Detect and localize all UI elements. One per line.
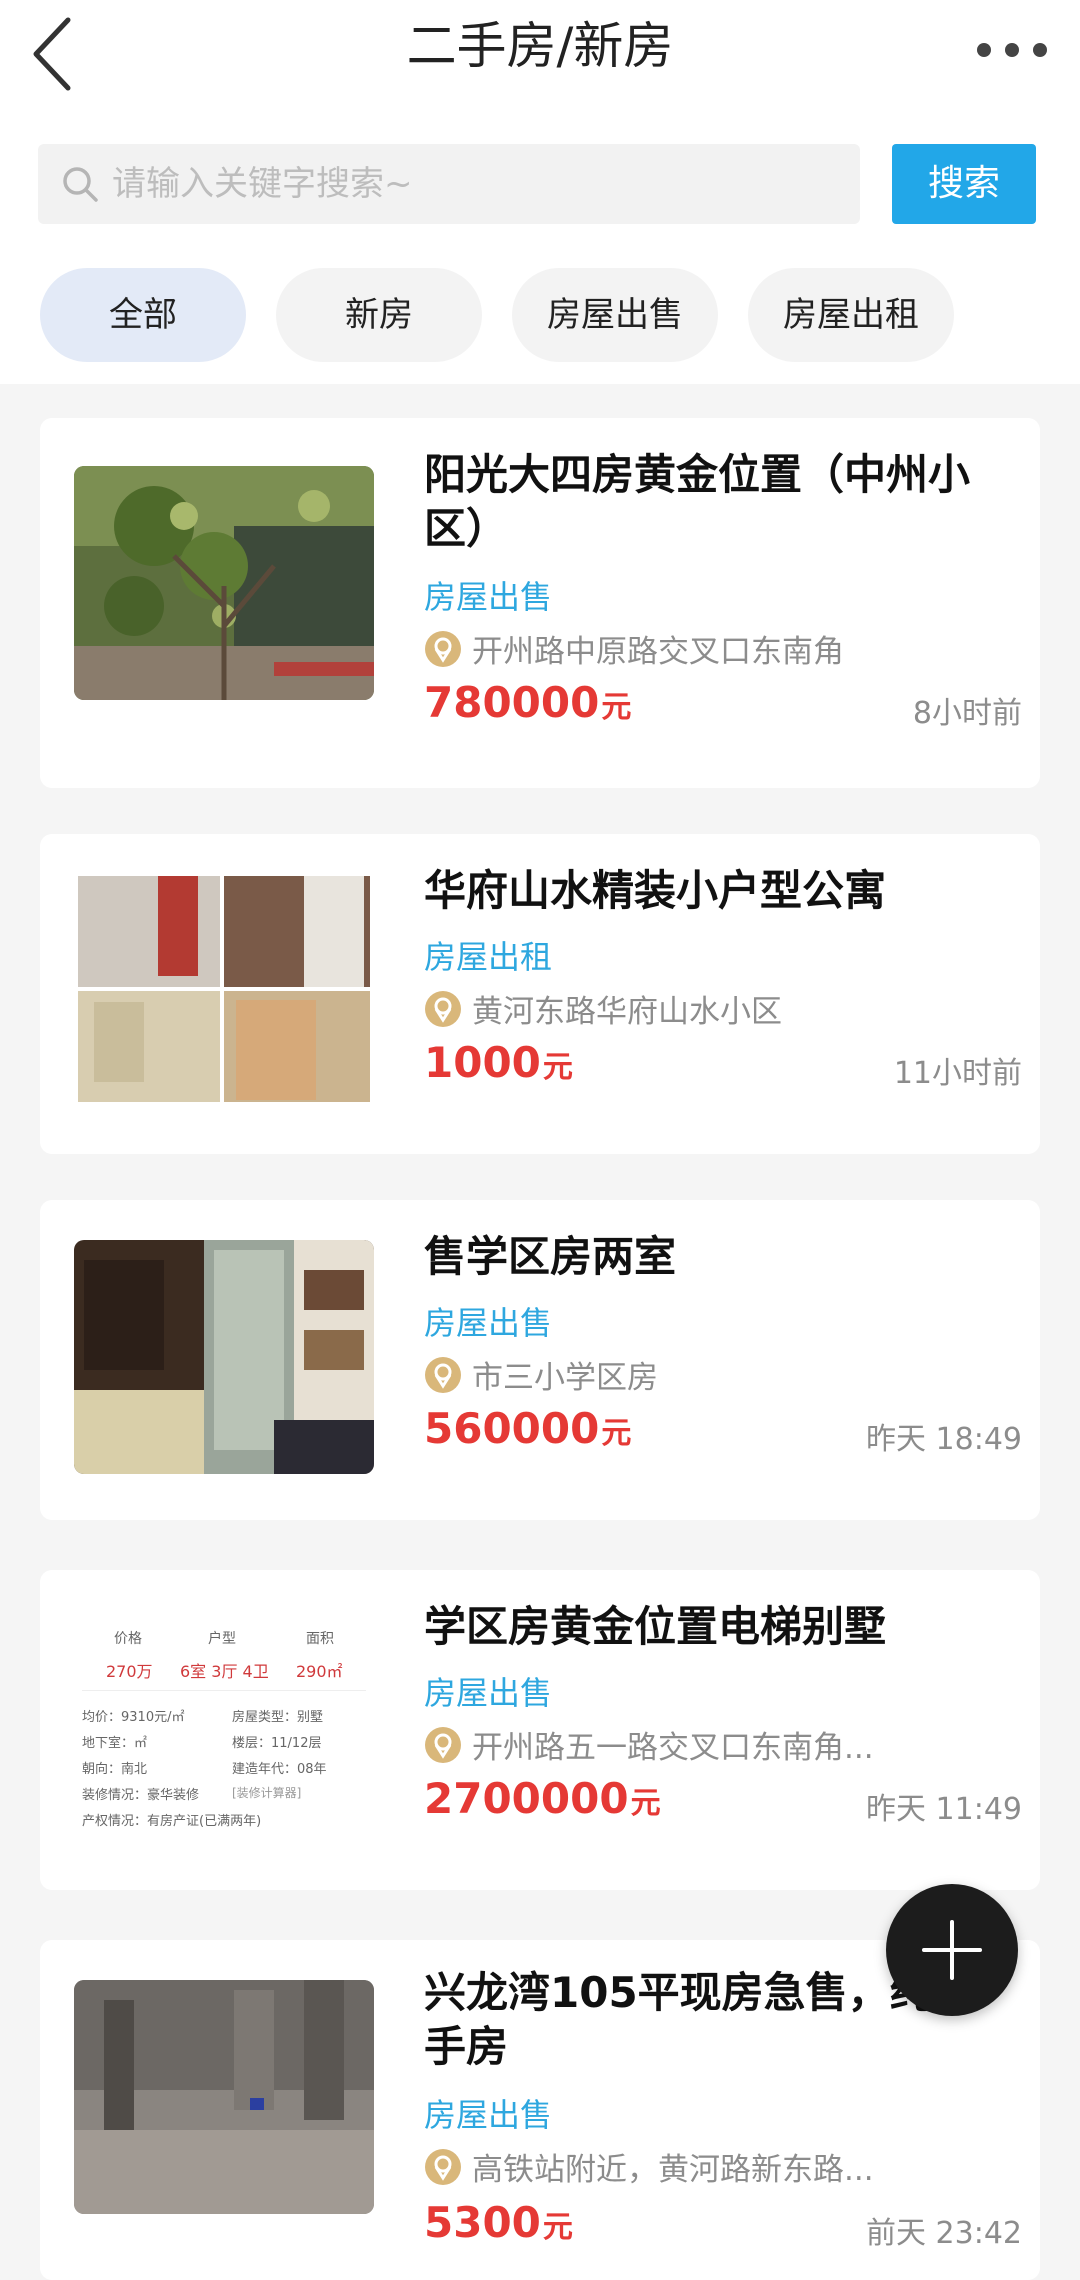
location-pin-icon: [425, 990, 461, 1027]
search-bar: 请输入关键字搜索~ 搜索: [0, 114, 1080, 254]
listing-title: 华府山水精装小户型公寓: [424, 866, 887, 915]
listing-address-text: 高铁站附近，黄河路新东路...: [472, 2152, 874, 2188]
price-value: 2700000: [424, 1774, 629, 1823]
tab-all[interactable]: 全部: [40, 268, 246, 362]
info-value: 290㎡: [296, 1662, 343, 1681]
listing-card[interactable]: 兴龙湾105平现房急售，纯一手房 房屋出售 高铁站附近，黄河路新东路... 53…: [40, 1940, 1040, 2280]
app-header: 二手房/新房: [0, 0, 1080, 115]
info-row: [装修计算器]: [232, 1786, 302, 1800]
listing-title: 阳光大四房黄金位置（中州小区）: [424, 450, 971, 553]
listing-card[interactable]: 售学区房两室 房屋出售 市三小学区房 560000元 昨天 18:49: [40, 1200, 1040, 1520]
tab-house-rent[interactable]: 房屋出租: [748, 268, 954, 362]
price-value: 1000: [424, 1038, 541, 1087]
info-row: 房屋类型：别墅: [232, 1710, 324, 1725]
info-row: 均价：9310元/㎡: [82, 1710, 185, 1725]
info-row: 装修情况：豪华装修: [82, 1788, 200, 1803]
listing-price: 2700000元: [424, 1774, 661, 1823]
listing-time: 11小时前: [893, 1056, 1022, 1091]
info-row: 建造年代：08年: [232, 1762, 327, 1777]
location-pin-icon: [425, 1356, 461, 1393]
listing-address: 高铁站附近，黄河路新东路...: [424, 2144, 1024, 2189]
listing-price: 780000元: [424, 678, 631, 727]
listing-address: 开州路五一路交叉口东南角...: [424, 1722, 1024, 1767]
listing-price: 560000元: [424, 1404, 631, 1453]
listing-type: 房屋出售: [424, 1304, 553, 1342]
listing-photo: [74, 1980, 374, 2214]
info-row: 楼层：11/12层: [232, 1736, 322, 1751]
price-value: 5300: [424, 2198, 541, 2247]
listing-price: 1000元: [424, 1038, 573, 1087]
more-button[interactable]: [968, 20, 1058, 80]
price-value: 560000: [424, 1404, 600, 1453]
listing-address-text: 黄河东路华府山水小区: [472, 994, 782, 1030]
page-title: 二手房/新房: [406, 17, 674, 75]
more-dots-icon: [977, 43, 1047, 57]
listing-type: 房屋出售: [424, 578, 553, 616]
listing-title: 学区房黄金位置电梯别墅: [424, 1602, 887, 1651]
price-unit: 元: [542, 2210, 573, 2245]
search-icon: [63, 167, 98, 202]
listing-type: 房屋出售: [424, 2096, 553, 2134]
listing-card[interactable]: 阳光大四房黄金位置（中州小区） 房屋出售 开州路中原路交叉口东南角 780000…: [40, 418, 1040, 788]
add-listing-button[interactable]: [886, 1884, 1018, 2016]
info-row: 朝向：南北: [82, 1762, 148, 1777]
info-row: 地下室：㎡: [82, 1736, 148, 1751]
listing-type: 房屋出售: [424, 1674, 553, 1712]
listing-type: 房屋出租: [424, 938, 553, 976]
listing-time: 8小时前: [912, 696, 1022, 731]
listing-photo: [74, 872, 374, 1106]
price-value: 780000: [424, 678, 600, 727]
listing-card[interactable]: 价格 户型 面积 270万 6室 3厅 4卫 290㎡ 均价：9310元/㎡ 房…: [40, 1570, 1040, 1890]
location-pin-icon: [425, 630, 461, 667]
info-row: 产权情况：有房产证(已满两年): [82, 1814, 262, 1829]
location-pin-icon: [425, 1726, 461, 1763]
info-header: 户型: [208, 1631, 236, 1647]
page: 二手房/新房 请输入关键字搜索~ 搜索 全部 新房 房屋出售 房屋出租 阳光大四…: [0, 0, 1080, 2280]
listing-time: 前天 23:42: [866, 2216, 1022, 2251]
price-unit: 元: [601, 690, 632, 725]
listing-photo: [74, 466, 374, 700]
listing-address-text: 开州路五一路交叉口东南角...: [472, 1730, 874, 1766]
info-header: 面积: [306, 1631, 334, 1647]
listing-info-image: 价格 户型 面积 270万 6室 3厅 4卫 290㎡ 均价：9310元/㎡ 房…: [74, 1610, 374, 1844]
tab-house-sale[interactable]: 房屋出售: [512, 268, 718, 362]
listing-address-text: 市三小学区房: [472, 1360, 658, 1396]
tab-new-house[interactable]: 新房: [276, 268, 482, 362]
price-unit: 元: [601, 1416, 632, 1451]
location-pin-icon: [425, 2148, 461, 2185]
price-unit: 元: [542, 1050, 573, 1085]
info-value: 270万: [106, 1662, 153, 1681]
search-input[interactable]: 请输入关键字搜索~: [38, 144, 860, 224]
listing-address: 市三小学区房: [424, 1352, 1024, 1397]
search-placeholder: 请输入关键字搜索~: [112, 164, 413, 204]
listing-title: 售学区房两室: [424, 1232, 677, 1281]
listing-card[interactable]: 华府山水精装小户型公寓 房屋出租 黄河东路华府山水小区 1000元 11小时前: [40, 834, 1040, 1154]
listing-price: 5300元: [424, 2198, 573, 2247]
info-value: 6室 3厅 4卫: [180, 1662, 269, 1681]
listing-address-text: 开州路中原路交叉口东南角: [472, 634, 844, 670]
listing-time: 昨天 18:49: [866, 1422, 1022, 1457]
plus-icon: [922, 1920, 982, 1980]
info-header: 价格: [114, 1631, 142, 1647]
listing-time: 昨天 11:49: [866, 1792, 1022, 1827]
filter-tabs: 全部 新房 房屋出售 房屋出租: [0, 254, 1080, 384]
listing-photo: [74, 1240, 374, 1474]
price-unit: 元: [630, 1786, 661, 1821]
search-button[interactable]: 搜索: [892, 144, 1036, 224]
listing-address: 开州路中原路交叉口东南角: [424, 626, 1024, 671]
listing-address: 黄河东路华府山水小区: [424, 986, 1024, 1031]
